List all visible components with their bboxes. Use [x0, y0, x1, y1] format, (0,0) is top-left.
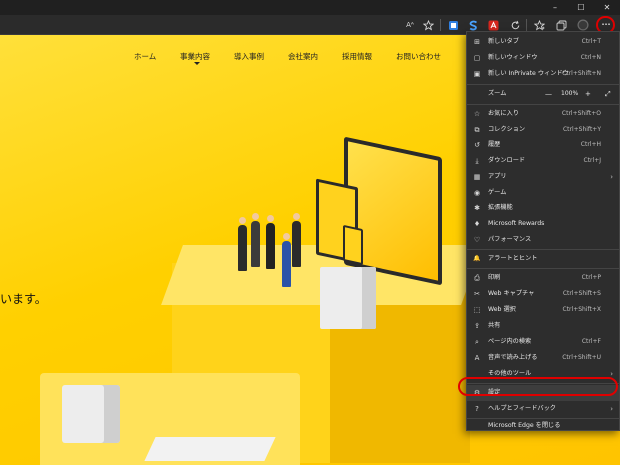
nav-company[interactable]: 会社案内 [288, 51, 318, 62]
illustration-person [266, 215, 275, 269]
browser-menu: ⊞ 新しいタブ Ctrl+T ▢ 新しいウィンドウ Ctrl+N ▣ 新しい I… [466, 31, 620, 431]
illustration-small-monitor [343, 224, 363, 266]
menu-item-web-select[interactable]: ⬚ Web 選択 Ctrl+Shift+X [467, 302, 619, 318]
menu-item-read-aloud[interactable]: A 音声で読み上げる Ctrl+Shift+U [467, 350, 619, 366]
web-capture-icon: ✂ [474, 290, 480, 298]
menu-item-new-tab[interactable]: ⊞ 新しいタブ Ctrl+T [467, 34, 619, 50]
collections-icon[interactable] [554, 18, 568, 32]
new-tab-icon: ⊞ [474, 38, 480, 46]
read-aloud-icon: A [474, 354, 480, 362]
illustration-printer [320, 267, 376, 329]
inprivate-window-icon: ▣ [473, 70, 481, 78]
menu-divider [467, 249, 619, 250]
menu-item-help-and-feedback[interactable]: ? ヘルプとフィードバック › [467, 401, 619, 417]
menu-divider [467, 104, 619, 105]
menu-item-collections[interactable]: ⧉ コレクション Ctrl+Shift+Y [467, 122, 619, 138]
apps-icon: ▦ [473, 173, 481, 181]
nav-case-studies[interactable]: 導入事例 [234, 51, 264, 62]
chevron-right-icon: › [610, 173, 613, 181]
history-icon: ↺ [474, 141, 480, 149]
performance-icon: ♡ [473, 236, 481, 244]
read-aloud-icon[interactable]: Aᴬ [403, 18, 417, 32]
menu-item-close-edge[interactable]: Microsoft Edge を閉じる [467, 418, 619, 434]
favorites-icon: ☆ [473, 110, 481, 118]
illustration-person [238, 217, 247, 271]
more-icon[interactable]: ··· [599, 18, 613, 32]
profile-icon[interactable] [576, 18, 590, 32]
menu-divider [467, 84, 619, 85]
collections-icon: ⧉ [474, 126, 480, 134]
menu-item-new-inprivate-window[interactable]: ▣ 新しい InPrivate ウィンドウ Ctrl+Shift+N [467, 66, 619, 82]
illustration-lower-machine [62, 385, 120, 443]
menu-item-history[interactable]: ↺ 履歴 Ctrl+H [467, 137, 619, 153]
menu-item-favorites[interactable]: ☆ お気に入り Ctrl+Shift+O [467, 106, 619, 122]
menu-item-find-on-page[interactable]: ⌕ ページ内の検索 Ctrl+F [467, 334, 619, 350]
illustration-person [282, 233, 291, 287]
illustration-person [251, 213, 260, 267]
menu-item-downloads[interactable]: ⤓ ダウンロード Ctrl+J [467, 153, 619, 169]
nav-services[interactable]: 事業内容 [180, 51, 210, 62]
title-bar: – ☐ ✕ [0, 0, 620, 15]
favorites-icon[interactable] [532, 18, 546, 32]
alerts-icon: 🔔 [473, 255, 481, 262]
illustration-desk [144, 437, 276, 461]
menu-item-web-capture[interactable]: ✂ Web キャプチャ Ctrl+Shift+S [467, 286, 619, 302]
nav-contact[interactable]: お問い合わせ [396, 51, 441, 62]
print-icon: ⎙ [474, 274, 480, 282]
menu-item-microsoft-rewards[interactable]: ♦ Microsoft Rewards [467, 216, 619, 232]
menu-item-extensions[interactable]: ✱ 拡張機能 [467, 200, 619, 216]
zoom-out-button[interactable]: — [545, 90, 552, 98]
add-favorite-icon[interactable] [421, 18, 435, 32]
nav-services-caret-icon [194, 62, 200, 65]
help-icon: ? [475, 405, 479, 413]
games-icon: ◉ [473, 189, 481, 197]
extensions-icon: ✱ [474, 204, 480, 212]
menu-item-print[interactable]: ⎙ 印刷 Ctrl+P [467, 270, 619, 286]
close-button[interactable]: ✕ [598, 2, 616, 13]
menu-item-share[interactable]: ⇪ 共有 [467, 318, 619, 334]
share-icon: ⇪ [474, 322, 480, 330]
acrobat-icon[interactable] [486, 18, 500, 32]
illustration-person [292, 213, 301, 267]
extension-blue-icon[interactable] [446, 18, 460, 32]
fullscreen-icon[interactable]: ⤢ [605, 90, 611, 98]
menu-item-new-window[interactable]: ▢ 新しいウィンドウ Ctrl+N [467, 50, 619, 66]
extension-s-icon[interactable] [466, 18, 480, 32]
rewards-icon: ♦ [473, 220, 481, 228]
download-icon: ⤓ [475, 157, 479, 165]
maximize-button[interactable]: ☐ [572, 2, 590, 13]
menu-item-apps[interactable]: ▦ アプリ › [467, 169, 619, 185]
zoom-in-button[interactable]: + [585, 90, 591, 98]
toolbar-separator [440, 19, 441, 31]
nav-home[interactable]: ホーム [134, 51, 156, 62]
nav-recruit[interactable]: 採用情報 [342, 51, 372, 62]
chevron-right-icon: › [610, 405, 613, 413]
menu-divider [467, 268, 619, 269]
zoom-label: ズーム [488, 90, 507, 97]
menu-zoom-row: ズーム — 100% + ⤢ [467, 86, 619, 102]
hero-tagline: います。 [0, 292, 47, 306]
find-on-page-icon: ⌕ [475, 338, 479, 346]
settings-highlight-ring [458, 377, 618, 396]
new-window-icon: ▢ [473, 54, 481, 62]
web-select-icon: ⬚ [473, 306, 481, 314]
menu-item-alerts-and-tips[interactable]: 🔔 アラートとヒント [467, 251, 619, 267]
toolbar-separator [526, 19, 527, 31]
minimize-button[interactable]: – [546, 2, 564, 13]
refresh-icon[interactable] [508, 18, 522, 32]
menu-item-performance[interactable]: ♡ パフォーマンス [467, 232, 619, 248]
menu-item-games[interactable]: ◉ ゲーム [467, 185, 619, 201]
zoom-level: 100% [561, 90, 579, 97]
